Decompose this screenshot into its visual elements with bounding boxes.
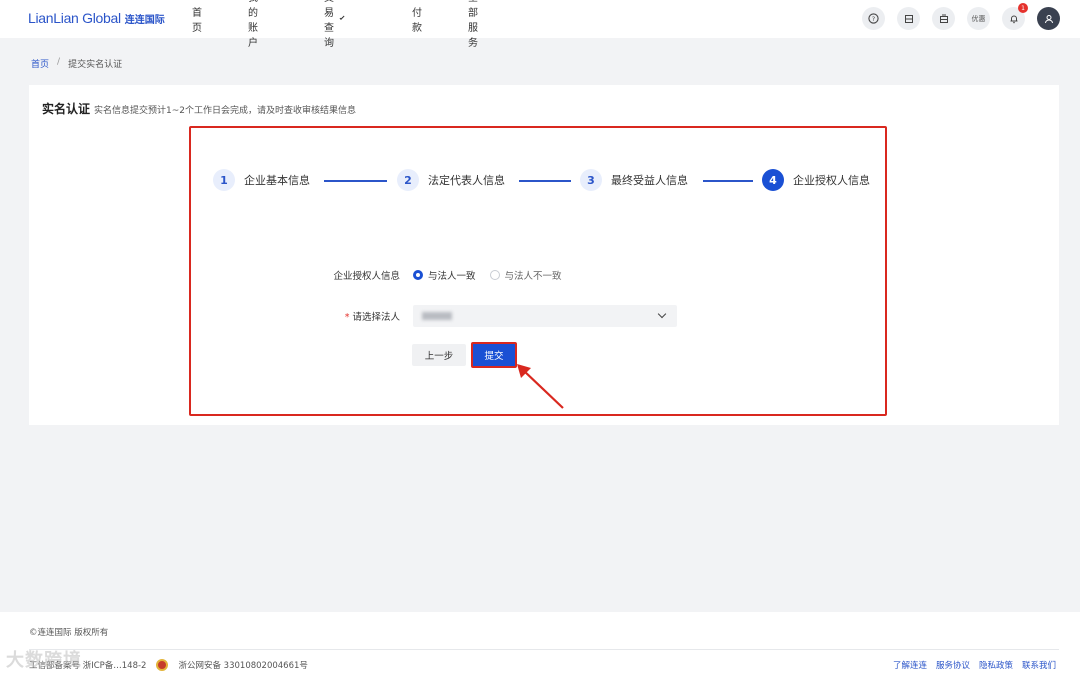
step-4-number: 4 bbox=[762, 169, 784, 191]
breadcrumb: 首页 / 提交实名认证 bbox=[31, 57, 122, 70]
page-subtitle: 实名信息提交预计1~2个工作日会完成，请及时查收审核结果信息 bbox=[94, 106, 357, 116]
required-mark: * bbox=[344, 312, 350, 323]
logo-text-cn: 连连国际 bbox=[124, 15, 165, 26]
radio-unchecked-icon bbox=[489, 270, 500, 280]
police-badge-icon bbox=[156, 659, 169, 671]
step-2-label: 法定代表人信息 bbox=[428, 174, 505, 187]
link-privacy-policy[interactable]: 隐私政策 bbox=[979, 659, 1013, 671]
top-header: LianLian Global 连连国际 首页 我的账户 交易查询 付款 全部服… bbox=[0, 0, 1080, 49]
watermark: 大数跨境 bbox=[6, 650, 82, 671]
brand-logo[interactable]: LianLian Global 连连国际 bbox=[28, 10, 165, 26]
step-1: 1 企业基本信息 bbox=[213, 169, 310, 191]
legal-rep-label: * 请选择法人 bbox=[345, 309, 400, 323]
authorizer-radio-group: 与法人一致 与法人不一致 bbox=[413, 268, 562, 282]
annotation-arrow-icon bbox=[517, 364, 564, 409]
coupon-label: 优惠 bbox=[971, 14, 986, 23]
step-1-label: 企业基本信息 bbox=[244, 174, 310, 187]
nav-my-account[interactable]: 我的账户 bbox=[248, 0, 258, 49]
header-actions: ? 优惠 1 bbox=[862, 3, 1060, 30]
nav-transactions[interactable]: 交易查询 bbox=[324, 0, 345, 49]
card-header: 实名认证 实名信息提交预计1~2个工作日会完成，请及时查收审核结果信息 bbox=[42, 100, 356, 117]
stepper: 1 企业基本信息 2 法定代表人信息 3 最终受益人信息 4 企业授权人信息 bbox=[213, 169, 883, 193]
step-1-number: 1 bbox=[213, 169, 235, 191]
nav-transactions-label: 交易查询 bbox=[324, 0, 334, 49]
radio-different-from-legal[interactable]: 与法人不一致 bbox=[489, 268, 562, 282]
step-2-number: 2 bbox=[397, 169, 419, 191]
legal-rep-label-text: 请选择法人 bbox=[352, 312, 400, 323]
user-icon[interactable] bbox=[1037, 7, 1060, 30]
nav-home[interactable]: 首页 bbox=[192, 4, 202, 34]
logo-text-en: LianLian Global bbox=[28, 10, 121, 26]
document-icon[interactable] bbox=[897, 7, 920, 30]
page-title: 实名认证 bbox=[42, 102, 91, 116]
breadcrumb-separator: / bbox=[57, 57, 61, 67]
footer: ©连连国际 版权所有 工信部备案号 浙ICP备…148-2 浙公网安备 3301… bbox=[0, 612, 1080, 683]
breadcrumb-home[interactable]: 首页 bbox=[31, 57, 49, 70]
previous-step-button[interactable]: 上一步 bbox=[412, 344, 466, 366]
footer-links: 了解连连 服务协议 隐私政策 联系我们 bbox=[893, 659, 1056, 671]
copyright-text: ©连连国际 版权所有 bbox=[29, 628, 109, 638]
authorizer-row: 企业授权人信息 与法人一致 与法人不一致 bbox=[191, 268, 885, 284]
breadcrumb-current: 提交实名认证 bbox=[68, 60, 123, 70]
link-service-agreement[interactable]: 服务协议 bbox=[936, 659, 970, 671]
step-2: 2 法定代表人信息 bbox=[397, 169, 505, 191]
step-3-label: 最终受益人信息 bbox=[611, 174, 688, 187]
radio-same-as-legal[interactable]: 与法人一致 bbox=[413, 268, 476, 282]
step-3: 3 最终受益人信息 bbox=[580, 169, 688, 191]
chevron-down-icon bbox=[657, 309, 667, 319]
radio-same-label: 与法人一致 bbox=[428, 271, 476, 282]
wallet-icon[interactable] bbox=[932, 7, 955, 30]
chevron-down-icon bbox=[339, 14, 345, 21]
radio-diff-label: 与法人不一致 bbox=[504, 271, 562, 282]
link-contact-us[interactable]: 联系我们 bbox=[1022, 659, 1056, 671]
help-icon[interactable]: ? bbox=[862, 7, 885, 30]
legal-rep-row: * 请选择法人 bbox=[191, 305, 885, 327]
nav-all-services[interactable]: 全部服务 bbox=[468, 0, 478, 49]
step-connector bbox=[703, 180, 753, 182]
submit-button[interactable]: 提交 bbox=[471, 342, 517, 368]
svg-text:?: ? bbox=[872, 15, 875, 23]
step-4-label: 企业授权人信息 bbox=[793, 174, 870, 187]
radio-checked-icon bbox=[413, 270, 423, 280]
step-connector bbox=[519, 180, 571, 182]
step-4: 4 企业授权人信息 bbox=[762, 169, 870, 191]
step-3-number: 3 bbox=[580, 169, 602, 191]
police-record[interactable]: 浙公网安备 33010802004661号 bbox=[178, 659, 307, 671]
notification-badge: 1 bbox=[1018, 3, 1028, 13]
link-about[interactable]: 了解连连 bbox=[893, 659, 927, 671]
legal-rep-select[interactable] bbox=[413, 305, 677, 327]
step-connector bbox=[324, 180, 387, 182]
blurred-value bbox=[422, 312, 452, 320]
authorizer-label: 企业授权人信息 bbox=[333, 271, 400, 282]
nav-payment[interactable]: 付款 bbox=[412, 4, 422, 34]
bell-icon[interactable]: 1 bbox=[1002, 3, 1028, 30]
coupon-icon[interactable]: 优惠 bbox=[967, 7, 990, 30]
footer-divider bbox=[29, 649, 1059, 650]
